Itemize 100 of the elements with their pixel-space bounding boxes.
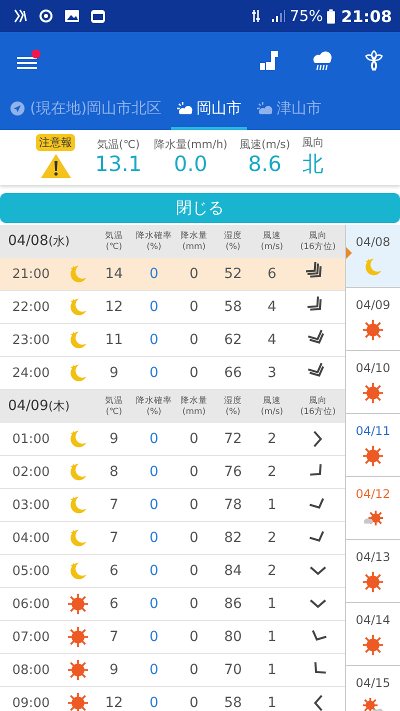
column-header: 降水確率(%) — [136, 231, 172, 252]
humidity-cell-text: 86 — [223, 596, 243, 612]
day-date: 04/08 — [354, 234, 392, 250]
time-cell-text: 05:00 — [11, 564, 51, 578]
image-icon — [64, 8, 80, 24]
hour-row[interactable]: 22:00 12 0 0 58 4 — [0, 291, 345, 324]
rainfall-cell-text: 0 — [188, 596, 200, 612]
wind-speed-cell-text: 1 — [266, 497, 278, 513]
location-tab[interactable]: 岡山市 — [170, 90, 247, 130]
humidity-cell-text: 52 — [223, 266, 243, 282]
battery-percent: 75% — [290, 7, 324, 25]
column-header: 気温 (℃) — [105, 396, 123, 417]
day-item[interactable]: 04/11 — [346, 414, 400, 477]
time-cell-text: 06:00 — [11, 596, 51, 612]
hour-row[interactable]: 05:00 6 0 0 84 2 — [0, 555, 345, 588]
time-cell-text: 04:00 — [11, 530, 51, 546]
day-date: 04/13 — [354, 549, 392, 565]
day-item[interactable]: 04/13 — [346, 540, 400, 603]
wind-speed-cell-text: 4 — [266, 299, 278, 315]
app-icon — [90, 8, 106, 24]
sync-icon — [38, 8, 54, 24]
column-header: 降水量 (mm) — [180, 396, 208, 417]
hour-row[interactable]: 21:00 14 0 0 52 6 — [0, 258, 345, 291]
column-header: 風速 (m/s) — [260, 231, 284, 252]
date-heading: 04/09(木) — [7, 398, 71, 415]
rainfall-cell-text: 0 — [188, 464, 200, 480]
hour-row[interactable]: 03:00 7 0 0 78 1 — [0, 489, 345, 522]
reading-label: 風向 — [302, 135, 324, 150]
temperature-cell-text: 7 — [108, 629, 120, 645]
time-cell-text: 21:00 — [11, 266, 51, 282]
day-item[interactable]: 04/08 — [346, 225, 400, 288]
day-date: 04/12 — [354, 486, 392, 502]
rain-chance-cell-text: 0 — [148, 497, 160, 513]
humidity-cell-text: 66 — [223, 365, 243, 381]
rain-chance-cell-text: 0 — [148, 431, 160, 447]
wind-speed-cell-text: 2 — [266, 431, 278, 447]
time-cell-text: 07:00 — [11, 630, 51, 644]
hour-row[interactable]: 08:00 9 0 0 70 1 — [0, 654, 345, 687]
day-date: 04/10 — [354, 360, 392, 376]
wind-speed-cell-text: 4 — [266, 332, 278, 348]
day-item[interactable]: 04/14 — [346, 603, 400, 666]
temperature-cell-text: 7 — [108, 497, 120, 513]
rain-chance-cell-text: 0 — [148, 266, 160, 282]
day-item[interactable]: 04/09 — [346, 288, 400, 351]
rain-chance-cell-text: 0 — [148, 596, 160, 612]
reading-value: 13.1 — [95, 152, 142, 176]
column-header: 降水確率(%) — [136, 396, 172, 417]
signal-icon — [270, 8, 286, 24]
hour-row[interactable]: 09:00 12 0 0 58 1 — [0, 687, 345, 711]
humidity-cell-text: 58 — [223, 299, 243, 315]
time-cell-text: 09:00 — [11, 696, 51, 710]
temperature-cell-text: 12 — [104, 695, 124, 711]
column-header: 風向 (16方位) — [300, 396, 336, 417]
flower-icon[interactable] — [362, 49, 386, 73]
hour-row[interactable]: 07:00 7 0 0 80 1 — [0, 621, 345, 654]
wind-speed-cell-text: 2 — [266, 563, 278, 579]
hour-row[interactable]: 02:00 8 0 0 76 2 — [0, 456, 345, 489]
wind-speed-cell-text: 3 — [266, 365, 278, 381]
temperature-cell-text: 9 — [108, 365, 120, 381]
rain-chance-cell-text: 0 — [148, 365, 160, 381]
pointer-icon — [346, 247, 352, 259]
wind-speed-cell-text: 1 — [266, 662, 278, 678]
rainfall-cell-text: 0 — [188, 530, 200, 546]
humidity-cell-text: 80 — [223, 629, 243, 645]
reading-value: 北 — [302, 151, 324, 178]
warning-badge: 注意報 — [36, 134, 75, 151]
rainfall-cell-text: 0 — [188, 629, 200, 645]
column-header: 風向 (16方位) — [300, 231, 336, 252]
temperature-cell-text: 9 — [108, 431, 120, 447]
hour-row[interactable]: 06:00 6 0 0 86 1 — [0, 588, 345, 621]
day-date: 04/15 — [354, 675, 392, 691]
temperature-cell-text: 11 — [104, 332, 124, 348]
hour-row[interactable]: 01:00 9 0 0 72 2 — [0, 423, 345, 456]
day-item[interactable]: 04/10 — [346, 351, 400, 414]
humidity-cell-text: 70 — [223, 662, 243, 678]
reading-label: 風速(m/s) — [239, 137, 290, 152]
time-cell-text: 03:00 — [11, 498, 51, 512]
rainfall-cell-text: 0 — [188, 266, 200, 282]
time-cell-text: 01:00 — [11, 432, 51, 446]
time-cell-text: 22:00 — [11, 300, 51, 314]
wind-speed-cell-text: 1 — [266, 629, 278, 645]
column-header: 降水量 (mm) — [180, 231, 208, 252]
humidity-cell-text: 58 — [223, 695, 243, 711]
hour-row[interactable]: 23:00 11 0 0 62 4 — [0, 324, 345, 357]
hour-row[interactable]: 04:00 7 0 0 82 2 — [0, 522, 345, 555]
wind-speed-cell-text: 1 — [266, 596, 278, 612]
reading-value: 8.6 — [248, 152, 282, 176]
time-cell-text: 23:00 — [11, 332, 51, 348]
wind-speed-cell-text: 6 — [266, 266, 278, 282]
clock: 21:08 — [341, 6, 392, 26]
rain-chance-cell-text: 0 — [148, 662, 160, 678]
rain-chance-cell-text: 0 — [148, 530, 160, 546]
day-item[interactable]: 04/15 — [346, 666, 400, 711]
temperature-cell-text: 6 — [108, 596, 120, 612]
temperature-cell-text: 8 — [108, 464, 120, 480]
wind-speed-cell-text: 2 — [266, 464, 278, 480]
rainfall-cell-text: 0 — [188, 332, 200, 348]
wind-speed-cell-text: 1 — [266, 695, 278, 711]
reading-label: 気温(℃) — [96, 137, 140, 152]
rain-chance-cell-text: 0 — [148, 464, 160, 480]
